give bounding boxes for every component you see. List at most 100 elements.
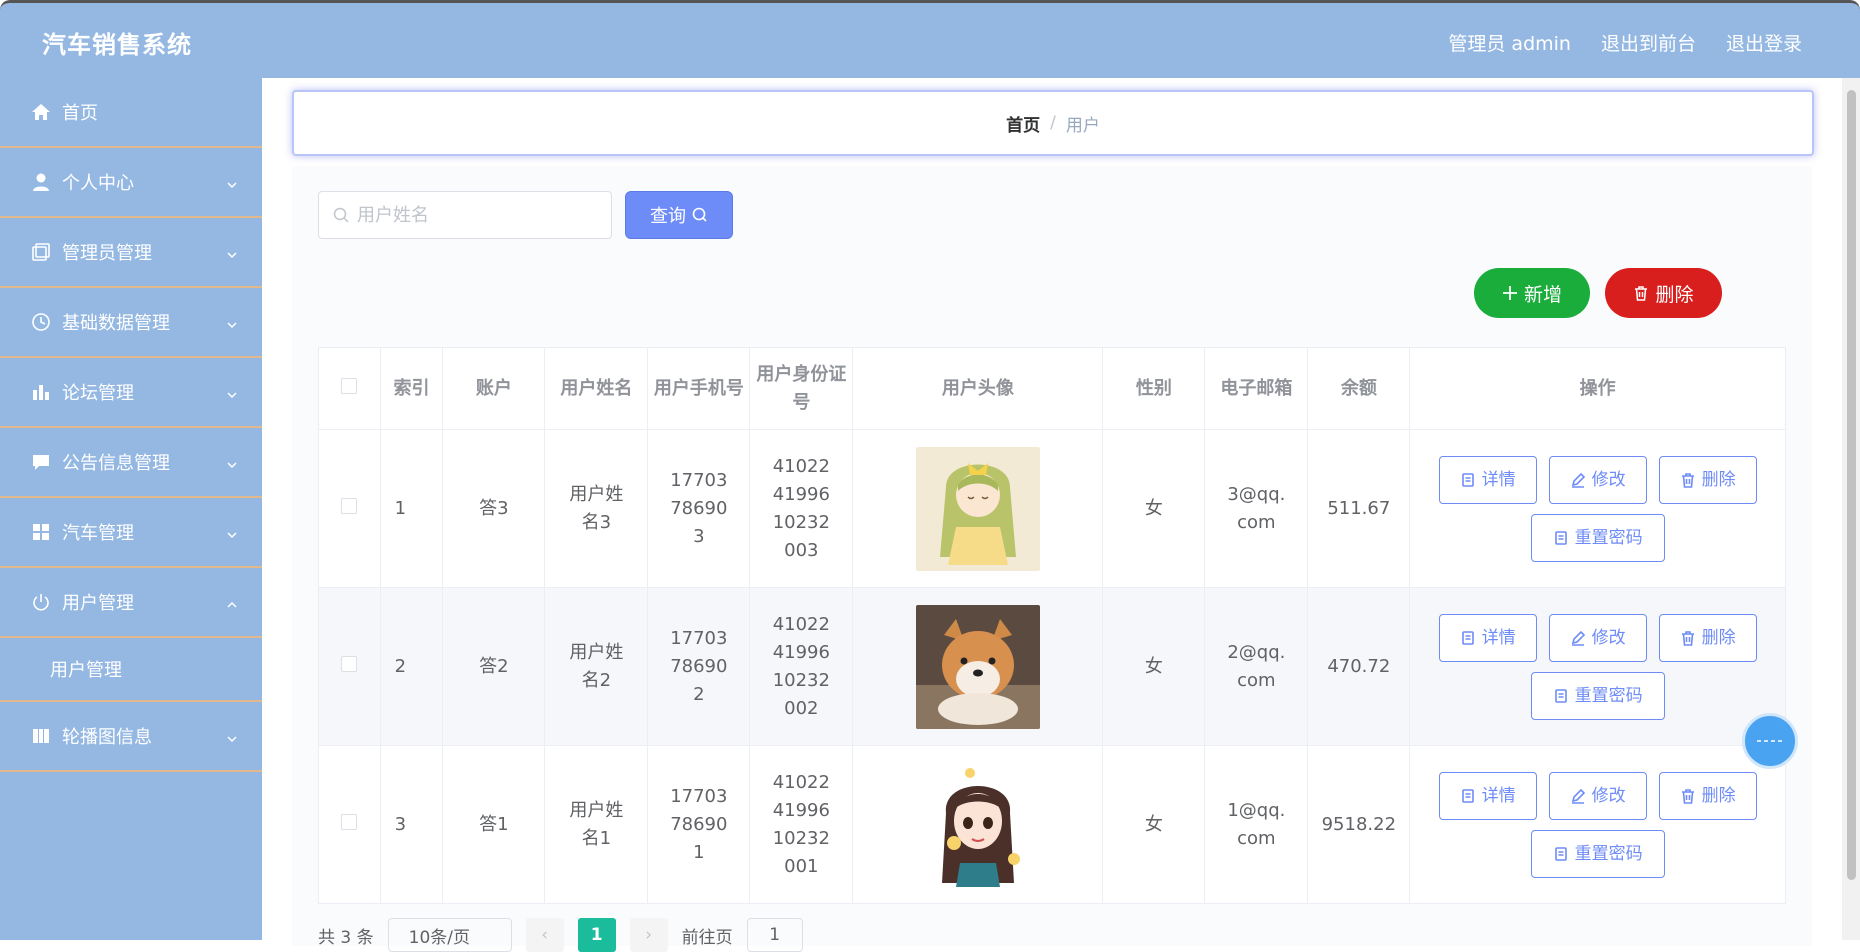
chevron-down-icon <box>226 175 237 189</box>
select-all-checkbox[interactable] <box>341 377 358 394</box>
row-email: 2@qq.com <box>1204 587 1309 746</box>
trash-icon <box>1635 286 1648 301</box>
search-name-field[interactable] <box>355 203 589 227</box>
sidebar-item-home[interactable]: 首页 <box>0 78 262 148</box>
row-phone-text: 17703786903 <box>670 469 728 547</box>
header-links: 管理员 admin 退出到前台 退出登录 <box>1448 29 1802 56</box>
delete-label: 删除 <box>1701 627 1736 648</box>
top-header: 汽车销售系统 管理员 admin 退出到前台 退出登录 <box>0 0 1860 78</box>
row-phone-text: 17703786902 <box>670 627 728 705</box>
page-size-value: 10条/页 <box>408 927 470 948</box>
page-size-select[interactable]: 10条/页 <box>387 918 512 952</box>
sidebar-item-profile[interactable]: 个人中心 <box>0 148 262 218</box>
delete-label: 删除 <box>1701 785 1736 806</box>
detail-button[interactable]: 详情 <box>1438 771 1537 820</box>
front-link[interactable]: 退出到前台 <box>1601 29 1696 56</box>
sidebar-item-car[interactable]: 汽车管理 <box>0 498 262 568</box>
chevron-down-icon <box>226 455 237 469</box>
sidebar-subitem-user-manage[interactable]: 用户管理 <box>0 638 262 702</box>
row-email: 1@qq.com <box>1204 745 1309 904</box>
column-header: 索引 <box>379 347 444 430</box>
reset-password-label: 重置密码 <box>1574 843 1643 864</box>
reset-password-button[interactable]: 重置密码 <box>1530 513 1665 562</box>
document-icon <box>1461 630 1474 645</box>
sidebar: 首页 个人中心 管理员管理 基础数据管理 论坛管理 公告信息管理 汽车管理 用户… <box>0 78 263 940</box>
sidebar-item-basic-data[interactable]: 基础数据管理 <box>0 288 262 358</box>
breadcrumb: 首页 / 用户 <box>292 90 1814 156</box>
row-avatar-cell <box>852 745 1104 904</box>
edit-label: 修改 <box>1591 627 1626 648</box>
row-ops: 详情 修改 删除 重置密码 <box>1409 745 1786 904</box>
document-icon <box>1554 688 1567 703</box>
sidebar-item-user[interactable]: 用户管理 <box>0 568 262 638</box>
table-row: 2 答2 用户姓名2 17703786902 41022419961023200… <box>318 587 1786 746</box>
avatar <box>915 762 1040 887</box>
edit-button[interactable]: 修改 <box>1548 613 1647 662</box>
prev-page-button[interactable]: ‹ <box>525 918 564 952</box>
floating-helper-button[interactable] <box>1742 713 1798 769</box>
sidebar-item-forum[interactable]: 论坛管理 <box>0 358 262 428</box>
delete-button[interactable]: 删除 <box>1658 613 1757 662</box>
sidebar-item-notice[interactable]: 公告信息管理 <box>0 428 262 498</box>
detail-button[interactable]: 详情 <box>1438 613 1537 662</box>
batch-delete-button[interactable]: 删除 <box>1605 268 1722 318</box>
scrollbar-thumb[interactable] <box>1847 90 1856 880</box>
row-idcard: 410224199610232002 <box>749 587 854 746</box>
edit-button[interactable]: 修改 <box>1548 771 1647 820</box>
row-checkbox[interactable] <box>341 813 358 830</box>
home-icon <box>30 101 52 123</box>
sidebar-item-admin[interactable]: 管理员管理 <box>0 218 262 288</box>
detail-button[interactable]: 详情 <box>1438 455 1537 504</box>
trash-icon <box>1681 630 1694 646</box>
reset-password-label: 重置密码 <box>1574 685 1643 706</box>
search-icon <box>692 207 707 222</box>
row-phone: 17703786901 <box>647 745 751 904</box>
page-number-button[interactable]: 1 <box>577 918 616 952</box>
chevron-down-icon <box>226 245 237 259</box>
row-phone: 17703786902 <box>647 587 751 746</box>
dash-icon <box>1757 740 1783 742</box>
goto-page-input[interactable]: 1 <box>746 918 803 952</box>
chevron-up-icon <box>226 595 237 608</box>
chevron-down-icon <box>226 525 237 539</box>
search-icon <box>333 207 349 223</box>
select-all-cell <box>318 347 381 430</box>
delete-button[interactable]: 删除 <box>1658 455 1757 504</box>
pager-total: 共 3 条 <box>318 927 374 948</box>
row-gender: 女 <box>1102 429 1206 588</box>
document-icon <box>1554 530 1567 545</box>
breadcrumb-home[interactable]: 首页 <box>1006 111 1040 136</box>
detail-label: 详情 <box>1481 469 1516 490</box>
row-name-text: 用户姓名3 <box>569 483 624 533</box>
table-row: 3 答1 用户姓名1 17703786901 41022419961023200… <box>318 745 1786 904</box>
sidebar-item-carousel[interactable]: 轮播图信息 <box>0 702 262 772</box>
row-checkbox[interactable] <box>341 655 358 672</box>
breadcrumb-current: 用户 <box>1065 115 1100 136</box>
breadcrumb-separator: / <box>1050 113 1056 133</box>
reset-password-button[interactable]: 重置密码 <box>1530 671 1665 720</box>
query-button[interactable]: 查询 <box>625 191 733 239</box>
sidebar-item-label: 轮播图信息 <box>62 727 152 748</box>
row-email-text: 1@qq.com <box>1227 799 1286 849</box>
search-input[interactable] <box>318 191 612 239</box>
next-page-button[interactable]: › <box>629 918 668 952</box>
sidebar-item-label: 管理员管理 <box>62 243 152 264</box>
row-name: 用户姓名3 <box>544 429 649 588</box>
row-phone-text: 17703786901 <box>670 785 728 863</box>
edit-icon <box>1571 788 1585 804</box>
row-checkbox[interactable] <box>341 497 358 514</box>
pager-goto-label: 前往页 <box>681 927 733 948</box>
plus-icon <box>1502 286 1517 300</box>
reset-password-button[interactable]: 重置密码 <box>1530 829 1665 878</box>
delete-label: 删除 <box>1655 283 1694 306</box>
copy-icon <box>30 241 52 263</box>
document-icon <box>1554 846 1567 861</box>
sidebar-item-label: 首页 <box>62 103 98 124</box>
chevron-down-icon <box>226 385 237 399</box>
row-idcard-text: 410224199610232003 <box>772 455 830 561</box>
edit-button[interactable]: 修改 <box>1548 455 1647 504</box>
add-button[interactable]: 新增 <box>1474 268 1590 318</box>
logout-link[interactable]: 退出登录 <box>1726 29 1802 56</box>
row-idcard: 410224199610232003 <box>749 429 854 588</box>
delete-button[interactable]: 删除 <box>1658 771 1757 820</box>
